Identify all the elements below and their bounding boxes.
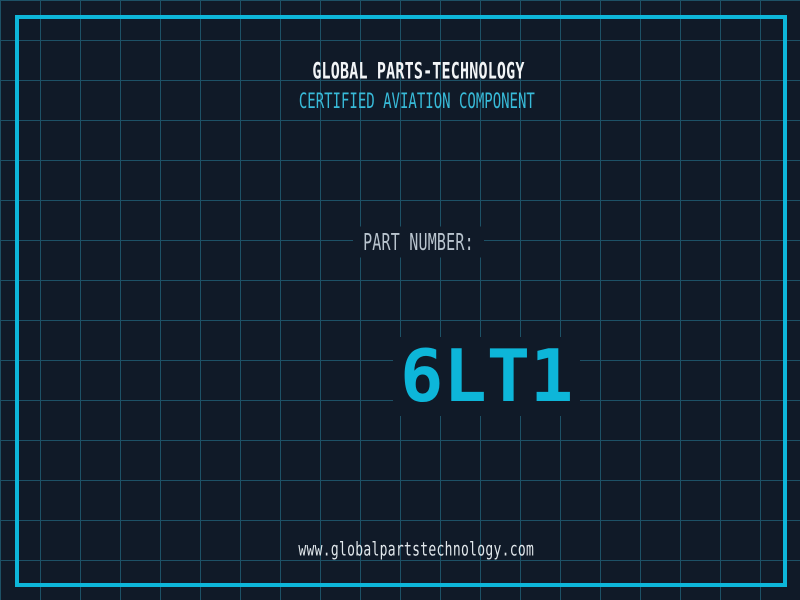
website-url-text: www.globalpartstechnology.com: [298, 539, 535, 562]
certified-tagline-text: CERTIFIED AVIATION COMPONENT: [298, 90, 535, 114]
website-url: www.globalpartstechnology.com: [0, 518, 800, 583]
certified-tagline: CERTIFIED AVIATION COMPONENT: [0, 66, 800, 138]
part-number-label-text: PART NUMBER:: [353, 226, 484, 258]
part-number-value-text: 6LT1: [393, 336, 581, 417]
part-number-value: 6LT1: [0, 261, 800, 492]
part-certificate-page: GLOBAL PARTS-TECHNOLOGY CERTIFIED AVIATI…: [0, 0, 800, 600]
